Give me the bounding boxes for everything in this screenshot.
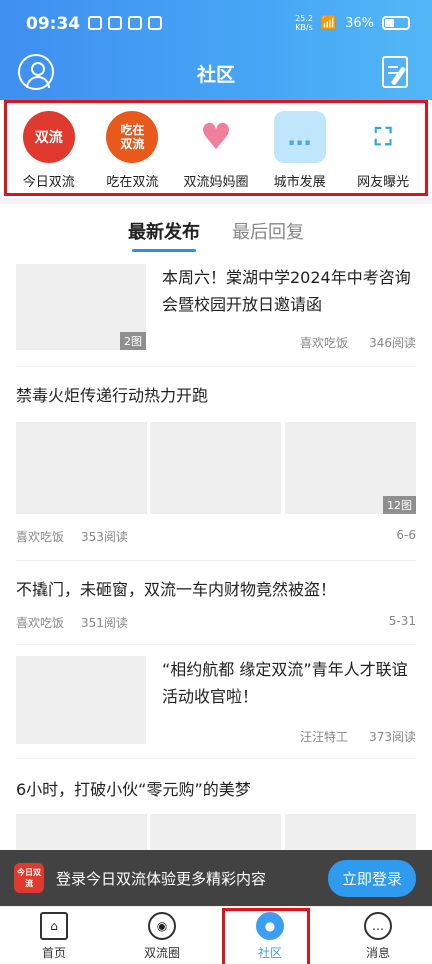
category-exposure[interactable]: ⛶ 网友曝光: [344, 111, 422, 190]
nav-label: 首页: [41, 946, 66, 960]
post-title: 不撬门，未砸窗，双流一车内财物竟然被盗！: [16, 580, 337, 599]
eat-shuangliu-icon: 吃在 双流: [106, 111, 159, 163]
list-item[interactable]: “相约航都 缘定双流”青年人才联谊活动收官啦！ 汪汪特工 373阅读: [16, 656, 416, 746]
post-thumbnail: [150, 814, 281, 850]
post-thumbnail: [16, 656, 146, 744]
tab-latest[interactable]: 最新发布: [128, 204, 200, 254]
post-author: 喜欢吃饭: [300, 336, 349, 350]
chat-bubble-icon: …: [273, 111, 326, 163]
message-icon: …: [364, 912, 392, 940]
comment-frame-icon: ⛶: [357, 111, 410, 163]
status-time: 09:34: [26, 14, 81, 34]
nav-community[interactable]: ● 社区: [216, 907, 324, 964]
net-speed: 25.2 KB/s: [295, 14, 313, 32]
post-title: “相约航都 缘定双流”青年人才联谊活动收官啦！: [162, 660, 408, 706]
post-title: 禁毒火炬传递行动热力开跑: [16, 386, 209, 405]
status-bar: 09:34 25.2 KB/s 📶 36%: [0, 0, 432, 52]
nav-messages[interactable]: … 消息: [324, 907, 432, 964]
battery-percent: 36%: [345, 15, 374, 31]
nav-shuangliu-circle[interactable]: ◉ 双流圈: [108, 907, 216, 964]
nav-label: 双流圈: [143, 946, 180, 960]
image-count-badge: 2图: [120, 332, 146, 350]
today-shuangliu-icon: 双流: [22, 111, 75, 163]
divider: [16, 560, 416, 561]
nav-home[interactable]: ⌂ 首页: [0, 907, 108, 964]
post-author: 喜欢吃饭: [16, 616, 65, 630]
page-title: 社区: [196, 64, 235, 86]
banner-text: 登录今日双流体验更多精彩内容: [56, 869, 267, 888]
nav-label: 社区: [257, 946, 282, 960]
category-row: 双流 今日双流 吃在 双流 吃在双流 ♥ 双流妈妈圈 … 城市发展 ⛶ 网友曝光: [4, 100, 428, 196]
list-item[interactable]: 不撬门，未砸窗，双流一车内财物竟然被盗！ 喜欢吃饭 351阅读 5-31: [16, 576, 416, 634]
post-thumbnail: 2图: [16, 264, 146, 350]
app-logo: 今日双流: [14, 863, 44, 893]
compose-icon[interactable]: [382, 56, 408, 88]
category-label: 双流妈妈圈: [183, 175, 249, 190]
category-moms[interactable]: ♥ 双流妈妈圈: [177, 111, 255, 190]
circle-icon: ◉: [148, 912, 176, 940]
category-label: 城市发展: [273, 175, 326, 190]
post-reads: 351阅读: [81, 616, 128, 630]
notification-icon: [148, 16, 162, 30]
post-reads: 353阅读: [81, 530, 128, 544]
list-item[interactable]: 6小时，打破小伙“零元购”的美梦: [16, 776, 416, 850]
post-date: 6-6: [396, 528, 416, 542]
notification-icon: [88, 16, 102, 30]
login-banner: 今日双流 登录今日双流体验更多精彩内容 立即登录: [0, 850, 432, 906]
post-title: 本周六！棠湖中学2024年中考咨询会暨校园开放日邀请函: [162, 268, 411, 314]
post-thumbnail: [150, 422, 281, 514]
wifi-icon: 📶: [320, 15, 338, 31]
list-item[interactable]: 2图 本周六！棠湖中学2024年中考咨询会暨校园开放日邀请函 喜欢吃饭 346阅…: [16, 264, 416, 356]
community-icon: ●: [256, 912, 284, 940]
post-author: 喜欢吃饭: [16, 530, 65, 544]
post-title: 6小时，打破小伙“零元购”的美梦: [16, 780, 251, 799]
category-city-development[interactable]: … 城市发展: [261, 111, 339, 190]
notification-icon: [108, 16, 122, 30]
divider: [16, 758, 416, 759]
category-label: 今日双流: [22, 175, 75, 190]
post-reads: 346阅读: [369, 336, 416, 350]
heart-icon: ♥: [189, 111, 242, 163]
home-icon: ⌂: [40, 912, 68, 940]
feed-tabs: 最新发布 最后回复: [0, 204, 432, 254]
header: 09:34 25.2 KB/s 📶 36% 社区: [0, 0, 432, 100]
tab-last-reply[interactable]: 最后回复: [232, 204, 304, 254]
post-thumbnail: [16, 422, 147, 514]
post-author: 汪汪特工: [300, 730, 349, 744]
category-label: 吃在双流: [106, 175, 159, 190]
post-date: 5-31: [388, 614, 416, 628]
post-reads: 373阅读: [369, 730, 416, 744]
category-eat-shuangliu[interactable]: 吃在 双流 吃在双流: [93, 111, 171, 190]
divider: [16, 366, 416, 367]
image-count-badge: 12图: [383, 496, 416, 514]
notification-icon: [128, 16, 142, 30]
category-label: 网友曝光: [357, 175, 410, 190]
divider: [16, 644, 416, 645]
login-button[interactable]: 立即登录: [327, 859, 416, 897]
list-item[interactable]: 禁毒火炬传递行动热力开跑 12图 喜欢吃饭 353阅读 6-6: [16, 382, 416, 548]
post-thumbnail: [285, 814, 416, 850]
nav-label: 消息: [365, 946, 390, 960]
status-right: 25.2 KB/s 📶 36%: [295, 14, 410, 32]
battery-icon: [382, 16, 410, 30]
bottom-nav: ⌂ 首页 ◉ 双流圈 ● 社区 … 消息: [0, 906, 432, 964]
notification-icons: [88, 16, 162, 30]
post-thumbnail: [16, 814, 147, 850]
post-thumbnail: 12图: [285, 422, 416, 514]
category-today-shuangliu[interactable]: 双流 今日双流: [10, 111, 88, 190]
